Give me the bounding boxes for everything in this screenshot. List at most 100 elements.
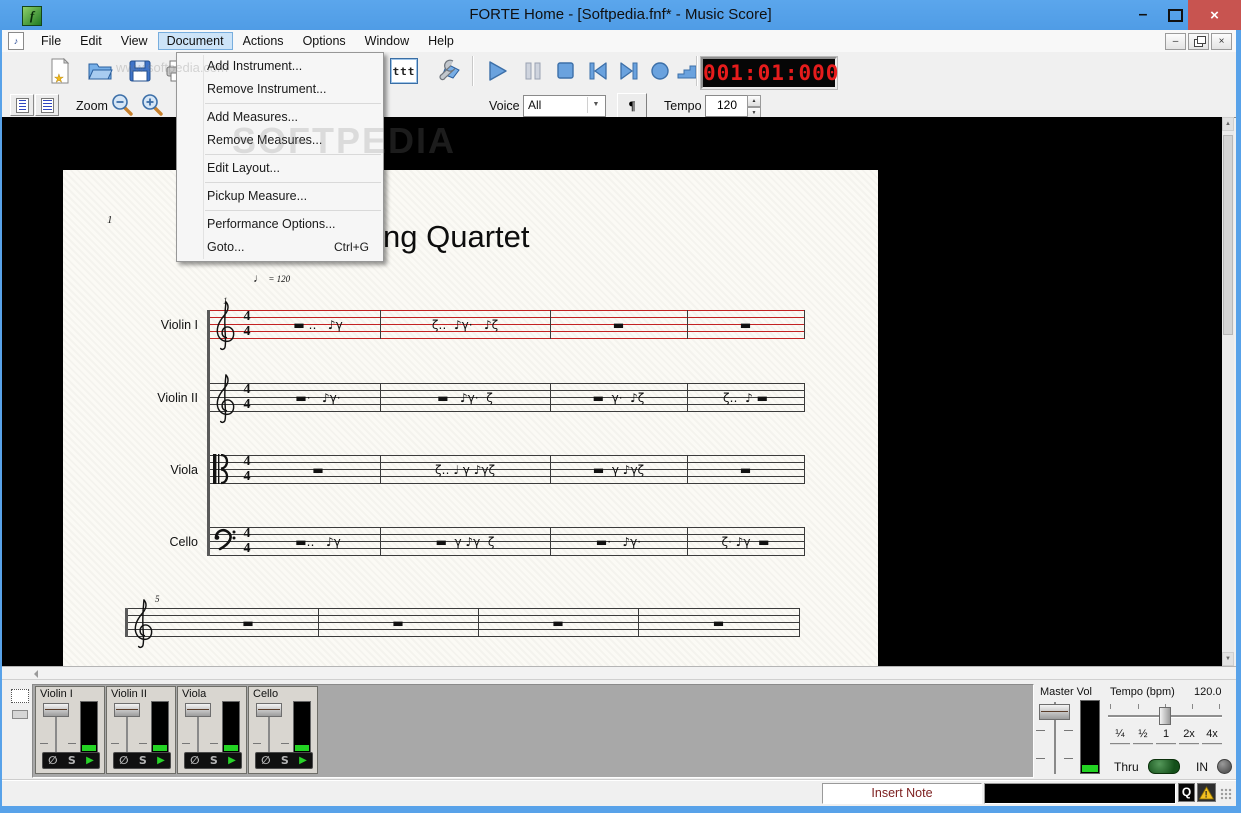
volume-fader[interactable]	[185, 703, 211, 717]
solo-button[interactable]: S	[68, 754, 76, 767]
mixer-channel-viola[interactable]: Viola ∅ S ▶	[177, 686, 247, 774]
staff-viola[interactable]: 4 4 ▬ ζ‥ ♩ γ ♪γζ ▬ γ ♪γζ ▬	[210, 454, 805, 485]
measure[interactable]: ▬	[642, 608, 795, 637]
mute-button[interactable]: ∅	[48, 754, 57, 767]
measure[interactable]: ζ‥ ♪γ· ♪ζ	[384, 310, 546, 339]
maximize-button[interactable]	[1160, 0, 1190, 30]
channel-play-button[interactable]: ▶	[228, 754, 236, 767]
tools-button[interactable]	[432, 56, 462, 86]
page-view-button[interactable]	[10, 94, 34, 116]
close-button[interactable]: ×	[1188, 0, 1241, 30]
stop-button[interactable]	[551, 56, 581, 86]
mdi-close-button[interactable]: ×	[1211, 33, 1232, 50]
menu-item-add-measures[interactable]: Add Measures...	[177, 106, 383, 129]
go-to-start-button[interactable]	[583, 56, 613, 86]
pause-button[interactable]	[518, 56, 548, 86]
new-document-button[interactable]: ★	[45, 56, 75, 86]
measure[interactable]: ▬	[482, 608, 634, 637]
mute-button[interactable]: ∅	[119, 754, 128, 767]
measure[interactable]: ▬	[691, 455, 800, 484]
measure[interactable]: ζ‥ ♪ ▬	[691, 383, 800, 412]
channel-play-button[interactable]: ▶	[157, 754, 165, 767]
menu-item-edit-layout[interactable]: Edit Layout...	[177, 157, 383, 180]
menu-item-add-instrument[interactable]: Add Instrument...	[177, 55, 383, 78]
menu-item-remove-instrument[interactable]: Remove Instrument...	[177, 78, 383, 101]
rate-button-[interactable]: ¼	[1110, 728, 1130, 745]
thru-led[interactable]	[1148, 759, 1180, 774]
measure[interactable]: ▬	[260, 455, 376, 484]
rate-button-4x[interactable]: 4x	[1202, 728, 1222, 745]
measure[interactable]: ▬	[691, 310, 800, 339]
resize-grip[interactable]	[1220, 788, 1232, 800]
channel-play-button[interactable]: ▶	[86, 754, 94, 767]
menubar-item-view[interactable]: View	[112, 32, 157, 50]
measure[interactable]: ▬	[322, 608, 474, 637]
mixer-channel-violin-ii[interactable]: Violin II ∅ S ▶	[106, 686, 176, 774]
measure[interactable]: ▬	[182, 608, 314, 637]
staff-continuation[interactable]: ▬ ▬ ▬ ▬	[128, 599, 800, 649]
save-button[interactable]	[125, 56, 155, 86]
solo-button[interactable]: S	[281, 754, 289, 767]
quantize-button[interactable]: Q	[1178, 783, 1195, 802]
horizontal-scrollbar[interactable]	[2, 666, 1236, 680]
open-button[interactable]	[85, 56, 115, 86]
vertical-scrollbar[interactable]: ▲ ▼	[1222, 117, 1234, 666]
measure[interactable]: ▬ ‥ ♪γ	[260, 310, 376, 339]
menu-item-remove-measures[interactable]: Remove Measures...	[177, 129, 383, 152]
tempo-slider[interactable]	[1159, 707, 1171, 725]
rate-button-2x[interactable]: 2x	[1179, 728, 1199, 745]
scroll-up-button[interactable]: ▲	[1222, 117, 1234, 131]
rate-button-[interactable]: ½	[1133, 728, 1153, 745]
mute-button[interactable]: ∅	[261, 754, 270, 767]
measure[interactable]: ▬‥ ♪γ	[260, 527, 376, 556]
solo-button[interactable]: S	[139, 754, 147, 767]
menu-item-goto[interactable]: Goto... Ctrl+G	[177, 236, 383, 259]
menubar-item-edit[interactable]: Edit	[71, 32, 111, 50]
go-to-end-button[interactable]	[614, 56, 644, 86]
play-button[interactable]	[482, 56, 512, 86]
measure[interactable]: ▬ γ· ♪ζ	[554, 383, 683, 412]
measure[interactable]: ▬ γ ♪γζ	[554, 455, 683, 484]
staff-violin-ii[interactable]: 4 4 ▬· ♪γ· ▬ ♪γ· ζ ▬ γ· ♪ζ ζ‥ ♪ ▬	[210, 374, 805, 424]
menubar-item-actions[interactable]: Actions	[234, 32, 293, 50]
spin-up-button[interactable]: ▲	[747, 95, 761, 107]
rate-button-1[interactable]: 1	[1156, 728, 1176, 745]
voice-select[interactable]: All ▼	[523, 95, 606, 117]
menubar-item-file[interactable]: File	[32, 32, 70, 50]
measure[interactable]: ▬· ♪γ·	[554, 527, 683, 556]
menubar-item-options[interactable]: Options	[294, 32, 355, 50]
menubar-item-window[interactable]: Window	[356, 32, 418, 50]
scrollbar-thumb[interactable]	[1223, 135, 1233, 335]
tempo-marking[interactable]: ♩ = 120	[253, 271, 290, 285]
measure[interactable]: ζ· ♪γ ▬	[691, 527, 800, 556]
menubar-item-help[interactable]: Help	[419, 32, 463, 50]
record-button[interactable]	[645, 56, 675, 86]
menubar-item-document[interactable]: Document	[157, 32, 233, 50]
staff-cello[interactable]: 4 4 ▬‥ ♪γ ▬ γ ♪γ ζ ▬· ♪γ· ζ· ♪γ ▬	[210, 526, 805, 556]
measure[interactable]: ▬ ♪γ· ζ	[384, 383, 546, 412]
measure[interactable]: ▬	[554, 310, 683, 339]
mdi-restore-button[interactable]	[1188, 33, 1209, 50]
mixer-channel-violin-i[interactable]: Violin I ∅ S ▶	[35, 686, 105, 774]
mixer-collapse-icon[interactable]	[12, 710, 28, 719]
tempo-input[interactable]: 120	[705, 95, 749, 117]
mixer-panel-button[interactable]: ttt	[389, 56, 419, 86]
staff-violin-i[interactable]: 4 4 ▬ ‥ ♪γ ζ‥ ♪γ· ♪ζ ▬ ▬	[210, 301, 805, 351]
volume-fader[interactable]	[256, 703, 282, 717]
mixer-dock-icon[interactable]	[11, 689, 29, 703]
mixer-channel-cello[interactable]: Cello ∅ S ▶	[248, 686, 318, 774]
minimize-button[interactable]: –	[1128, 0, 1158, 30]
measure[interactable]: ▬ γ ♪γ ζ	[384, 527, 546, 556]
menu-item-performance-options[interactable]: Performance Options...	[177, 213, 383, 236]
master-volume-fader[interactable]	[1039, 704, 1070, 720]
continuous-view-button[interactable]	[35, 94, 59, 116]
scroll-down-button[interactable]: ▼	[1222, 652, 1234, 666]
measure[interactable]: ζ‥ ♩ γ ♪γζ	[384, 455, 546, 484]
measure[interactable]: ▬· ♪γ·	[260, 383, 376, 412]
warning-button[interactable]: !	[1197, 783, 1216, 802]
volume-fader[interactable]	[43, 703, 69, 717]
mdi-minimize-button[interactable]: –	[1165, 33, 1186, 50]
volume-fader[interactable]	[114, 703, 140, 717]
solo-button[interactable]: S	[210, 754, 218, 767]
menu-item-pickup-measure[interactable]: Pickup Measure...	[177, 185, 383, 208]
